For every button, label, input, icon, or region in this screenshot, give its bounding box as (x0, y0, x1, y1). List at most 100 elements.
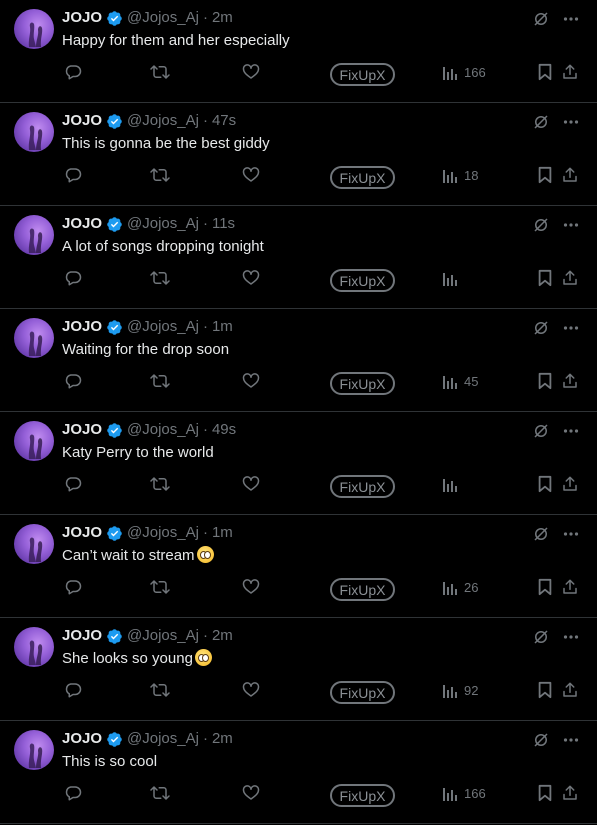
reply-button[interactable] (64, 269, 82, 287)
bookmark-button[interactable] (537, 372, 553, 390)
reply-button[interactable] (64, 166, 82, 184)
reply-button[interactable] (64, 475, 82, 493)
bookmark-button[interactable] (537, 63, 553, 81)
display-name[interactable]: JOJO (62, 729, 102, 749)
reply-button[interactable] (64, 63, 82, 81)
retweet-button[interactable] (150, 578, 170, 596)
tweet[interactable]: JOJO @Jojos_Aj · 2m Happy for them and h… (0, 0, 597, 103)
more-icon[interactable] (563, 319, 579, 337)
fixupx-button[interactable]: FixUpX (330, 681, 395, 704)
reply-button[interactable] (64, 578, 82, 596)
handle[interactable]: @Jojos_Aj (127, 523, 199, 543)
timestamp[interactable]: 2m (212, 8, 233, 28)
timestamp[interactable]: 2m (212, 729, 233, 749)
avatar[interactable] (14, 730, 54, 770)
reply-button[interactable] (64, 372, 82, 390)
avatar[interactable] (14, 112, 54, 152)
reply-button[interactable] (64, 784, 82, 802)
fixupx-button[interactable]: FixUpX (330, 784, 395, 807)
share-button[interactable] (561, 63, 579, 81)
like-button[interactable] (242, 372, 260, 390)
handle[interactable]: @Jojos_Aj (127, 626, 199, 646)
grok-icon[interactable] (532, 731, 550, 749)
tweet[interactable]: JOJO @Jojos_Aj · 1m Waiting for the drop… (0, 309, 597, 412)
fixupx-button[interactable]: FixUpX (330, 63, 395, 86)
display-name[interactable]: JOJO (62, 523, 102, 543)
avatar[interactable] (14, 627, 54, 667)
like-button[interactable] (242, 475, 260, 493)
more-icon[interactable] (563, 216, 579, 234)
share-button[interactable] (561, 269, 579, 287)
retweet-button[interactable] (150, 166, 170, 184)
more-icon[interactable] (563, 731, 579, 749)
views-button[interactable]: 166 (442, 784, 486, 802)
grok-icon[interactable] (532, 319, 550, 337)
bookmark-button[interactable] (537, 578, 553, 596)
timestamp[interactable]: 1m (212, 317, 233, 337)
avatar[interactable] (14, 318, 54, 358)
bookmark-button[interactable] (537, 784, 553, 802)
retweet-button[interactable] (150, 63, 170, 81)
more-icon[interactable] (563, 525, 579, 543)
tweet[interactable]: JOJO @Jojos_Aj · 1m Can’t wait to stream (0, 515, 597, 618)
grok-icon[interactable] (532, 10, 550, 28)
more-icon[interactable] (563, 422, 579, 440)
share-button[interactable] (561, 784, 579, 802)
bookmark-button[interactable] (537, 681, 553, 699)
share-button[interactable] (561, 166, 579, 184)
retweet-button[interactable] (150, 269, 170, 287)
retweet-button[interactable] (150, 784, 170, 802)
grok-icon[interactable] (532, 113, 550, 131)
share-button[interactable] (561, 578, 579, 596)
grok-icon[interactable] (532, 525, 550, 543)
handle[interactable]: @Jojos_Aj (127, 420, 199, 440)
handle[interactable]: @Jojos_Aj (127, 317, 199, 337)
handle[interactable]: @Jojos_Aj (127, 729, 199, 749)
retweet-button[interactable] (150, 475, 170, 493)
avatar[interactable] (14, 524, 54, 564)
like-button[interactable] (242, 269, 260, 287)
retweet-button[interactable] (150, 372, 170, 390)
fixupx-button[interactable]: FixUpX (330, 475, 395, 498)
like-button[interactable] (242, 166, 260, 184)
views-button[interactable]: 166 (442, 63, 486, 81)
display-name[interactable]: JOJO (62, 420, 102, 440)
fixupx-button[interactable]: FixUpX (330, 578, 395, 601)
timestamp[interactable]: 11s (212, 214, 235, 234)
avatar[interactable] (14, 421, 54, 461)
like-button[interactable] (242, 681, 260, 699)
timestamp[interactable]: 47s (212, 111, 236, 131)
views-button[interactable]: 45 (442, 372, 478, 390)
more-icon[interactable] (563, 10, 579, 28)
bookmark-button[interactable] (537, 475, 553, 493)
avatar[interactable] (14, 215, 54, 255)
timestamp[interactable]: 49s (212, 420, 236, 440)
more-icon[interactable] (563, 113, 579, 131)
share-button[interactable] (561, 372, 579, 390)
display-name[interactable]: JOJO (62, 214, 102, 234)
display-name[interactable]: JOJO (62, 626, 102, 646)
handle[interactable]: @Jojos_Aj (127, 8, 199, 28)
grok-icon[interactable] (532, 628, 550, 646)
tweet[interactable]: JOJO @Jojos_Aj · 47s This is gonna be th… (0, 103, 597, 206)
grok-icon[interactable] (532, 422, 550, 440)
like-button[interactable] (242, 784, 260, 802)
views-button[interactable]: 26 (442, 578, 478, 596)
like-button[interactable] (242, 63, 260, 81)
share-button[interactable] (561, 475, 579, 493)
views-button[interactable]: 18 (442, 166, 478, 184)
grok-icon[interactable] (532, 216, 550, 234)
tweet[interactable]: JOJO @Jojos_Aj · 11s A lot of songs drop… (0, 206, 597, 309)
bookmark-button[interactable] (537, 269, 553, 287)
fixupx-button[interactable]: FixUpX (330, 269, 395, 292)
views-button[interactable] (442, 475, 464, 493)
views-button[interactable] (442, 269, 464, 287)
timestamp[interactable]: 1m (212, 523, 233, 543)
tweet[interactable]: JOJO @Jojos_Aj · 2m She looks so young F… (0, 618, 597, 721)
share-button[interactable] (561, 681, 579, 699)
reply-button[interactable] (64, 681, 82, 699)
more-icon[interactable] (563, 628, 579, 646)
avatar[interactable] (14, 9, 54, 49)
handle[interactable]: @Jojos_Aj (127, 111, 199, 131)
fixupx-button[interactable]: FixUpX (330, 166, 395, 189)
